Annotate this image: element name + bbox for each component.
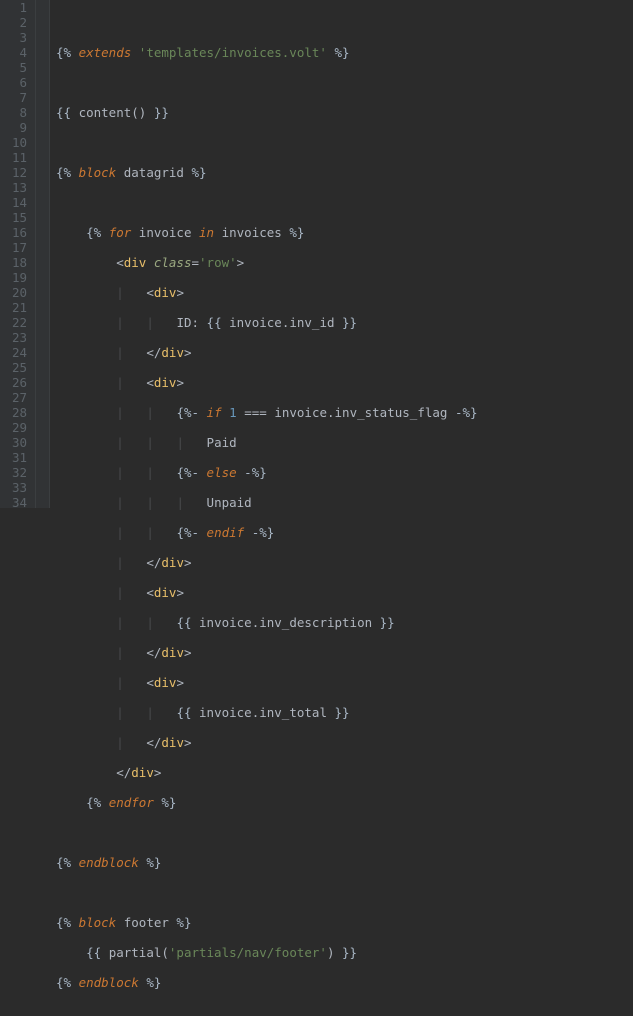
code-line[interactable]: | | {%- endif -%} (56, 525, 478, 540)
code-line[interactable]: | <div> (56, 675, 478, 690)
line-number: 22 (0, 315, 35, 330)
code-line[interactable] (56, 825, 478, 840)
line-number: 25 (0, 360, 35, 375)
code-editor[interactable]: {% extends 'templates/invoices.volt' %} … (50, 0, 478, 508)
code-line[interactable]: | | {{ invoice.inv_total }} (56, 705, 478, 720)
line-number-gutter: 1 2 3 4 5 6 7 8 9 10 11 12 13 14 15 16 1… (0, 0, 36, 508)
line-number: 8 (0, 105, 35, 120)
line-number: 27 (0, 390, 35, 405)
line-number: 2 (0, 15, 35, 30)
code-line[interactable]: {% block footer %} (56, 915, 478, 930)
code-line[interactable] (56, 1005, 478, 1016)
code-line[interactable]: {% for invoice in invoices %} (56, 225, 478, 240)
code-line[interactable]: | </div> (56, 645, 478, 660)
line-number: 3 (0, 30, 35, 45)
line-number: 12 (0, 165, 35, 180)
line-number: 33 (0, 480, 35, 495)
code-line[interactable]: | </div> (56, 555, 478, 570)
code-line[interactable] (56, 135, 478, 150)
line-number: 29 (0, 420, 35, 435)
line-number: 11 (0, 150, 35, 165)
line-number: 20 (0, 285, 35, 300)
line-number: 32 (0, 465, 35, 480)
code-line[interactable]: {% endblock %} (56, 855, 478, 870)
code-line[interactable]: | | {%- else -%} (56, 465, 478, 480)
line-number: 16 (0, 225, 35, 240)
code-line[interactable]: | </div> (56, 735, 478, 750)
code-line[interactable]: {{ partial('partials/nav/footer') }} (56, 945, 478, 960)
code-line[interactable]: | <div> (56, 285, 478, 300)
line-number: 9 (0, 120, 35, 135)
code-line[interactable]: {% block datagrid %} (56, 165, 478, 180)
line-number: 31 (0, 450, 35, 465)
code-line[interactable]: | <div> (56, 375, 478, 390)
line-number: 19 (0, 270, 35, 285)
code-line[interactable]: {% endblock %} (56, 975, 478, 990)
line-number: 26 (0, 375, 35, 390)
line-number: 28 (0, 405, 35, 420)
line-number: 1 (0, 0, 35, 15)
line-number: 21 (0, 300, 35, 315)
code-line[interactable] (56, 195, 478, 210)
line-number: 18 (0, 255, 35, 270)
code-line[interactable]: | | {{ invoice.inv_description }} (56, 615, 478, 630)
code-line[interactable]: {{ content() }} (56, 105, 478, 120)
line-number: 24 (0, 345, 35, 360)
line-number: 17 (0, 240, 35, 255)
line-number: 30 (0, 435, 35, 450)
line-number: 5 (0, 60, 35, 75)
code-line[interactable]: | | | Paid (56, 435, 478, 450)
code-line[interactable]: | | {%- if 1 === invoice.inv_status_flag… (56, 405, 478, 420)
line-number: 15 (0, 210, 35, 225)
line-number: 13 (0, 180, 35, 195)
line-number: 10 (0, 135, 35, 150)
code-line[interactable]: {% endfor %} (56, 795, 478, 810)
code-line[interactable]: </div> (56, 765, 478, 780)
line-number: 6 (0, 75, 35, 90)
code-line[interactable]: <div class='row'> (56, 255, 478, 270)
code-line[interactable]: | | ID: {{ invoice.inv_id }} (56, 315, 478, 330)
fold-gutter (36, 0, 50, 508)
code-line[interactable]: | </div> (56, 345, 478, 360)
line-number: 4 (0, 45, 35, 60)
code-line[interactable] (56, 75, 478, 90)
code-line[interactable]: | <div> (56, 585, 478, 600)
code-line[interactable] (56, 885, 478, 900)
code-line[interactable]: {% extends 'templates/invoices.volt' %} (56, 45, 478, 60)
code-line[interactable] (56, 15, 478, 30)
line-number: 23 (0, 330, 35, 345)
line-number: 14 (0, 195, 35, 210)
line-number: 7 (0, 90, 35, 105)
